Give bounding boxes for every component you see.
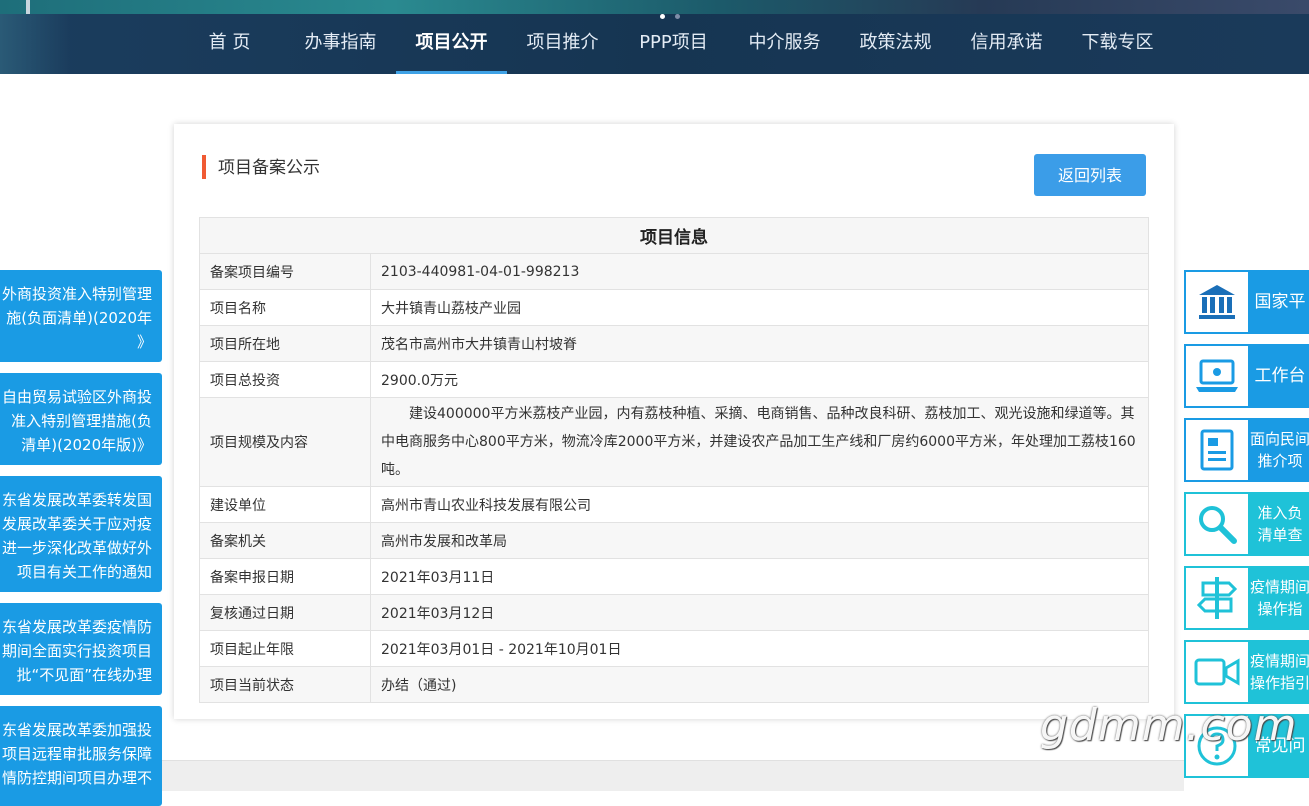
row-key: 建设单位	[199, 486, 371, 523]
carousel-dot-active[interactable]	[660, 14, 665, 19]
notice-line: 情防控期间项目办理不	[1, 769, 152, 787]
notice-line: 自由贸易试验区外商投	[1, 388, 152, 406]
notice-line: 东省发展改革委疫情防	[1, 618, 152, 636]
notice-line: 准入特别管理措施(负	[11, 412, 152, 430]
shortcut-search[interactable]: 准入负 清单查	[1184, 492, 1309, 556]
notice-item[interactable]: 自由贸易试验区外商投准入特别管理措施(负清单)(2020年版)》	[0, 373, 162, 465]
video-icon	[1186, 642, 1248, 702]
row-value: 2021年03月01日 - 2021年10月01日	[370, 630, 1149, 667]
table-row: 备案项目编号 2103-440981-04-01-998213	[199, 253, 1149, 290]
shortcut-video[interactable]: 疫情期间 操作指引	[1184, 640, 1309, 704]
row-value: 2103-440981-04-01-998213	[370, 253, 1149, 290]
row-key: 项目名称	[199, 289, 371, 326]
nav-decoration	[0, 14, 70, 74]
table-row: 项目当前状态 办结（通过)	[199, 666, 1149, 703]
nav-item-0[interactable]: 首 页	[174, 14, 285, 74]
signpost-icon	[1186, 568, 1248, 628]
table-row: 项目名称 大井镇青山荔枝产业园	[199, 289, 1149, 326]
search-icon	[1186, 494, 1248, 554]
table-row: 备案申报日期 2021年03月11日	[199, 558, 1149, 595]
nav-items: 首 页办事指南 项目公开 项目推介 PPP项目 中介服务 政策法规 信用承诺 下载专区	[174, 14, 1173, 74]
shortcut-document[interactable]: 面向民间 推介项	[1184, 418, 1309, 482]
nav-item-7[interactable]: 信用承诺	[951, 14, 1062, 74]
row-value: 2021年03月12日	[370, 594, 1149, 631]
row-key: 项目起止年限	[199, 630, 371, 667]
row-value: 茂名市高州市大井镇青山村坡脊	[370, 325, 1149, 362]
notice-line: 项目远程审批服务保障	[1, 745, 152, 763]
row-value: 2021年03月11日	[370, 558, 1149, 595]
notice-line: 外商投资准入特别管理	[1, 285, 152, 303]
nav-item-2[interactable]: 项目公开	[396, 14, 507, 74]
notice-line: 进一步深化改革做好外	[1, 539, 152, 557]
table-row: 项目所在地 茂名市高州市大井镇青山村坡脊	[199, 325, 1149, 362]
notice-line: 项目有关工作的通知	[16, 563, 152, 581]
row-key: 项目总投资	[199, 361, 371, 398]
shortcut-signpost[interactable]: 疫情期间 操作指	[1184, 566, 1309, 630]
table-row: 项目总投资 2900.0万元	[199, 361, 1149, 398]
table-row: 项目规模及内容 建设400000平方米荔枝产业园，内有荔枝种植、采摘、电商销售、品…	[199, 397, 1149, 487]
bank-icon	[1186, 272, 1248, 332]
notice-line: 东省发展改革委加强投	[1, 721, 152, 739]
notice-line: 施(负面清单)(2020年	[6, 309, 152, 327]
nav-item-6[interactable]: 政策法规	[840, 14, 951, 74]
row-value: 2900.0万元	[370, 361, 1149, 398]
shortcut-label: 工作台	[1248, 346, 1309, 406]
nav-item-3[interactable]: 项目推介	[507, 14, 618, 74]
notice-line: 》	[136, 333, 152, 351]
document-icon	[1186, 420, 1248, 480]
row-key: 复核通过日期	[199, 594, 371, 631]
watermark: gdmm.com	[1040, 700, 1298, 751]
shortcut-label: 准入负 清单查	[1248, 494, 1309, 554]
nav-item-4[interactable]: PPP项目	[618, 14, 729, 74]
notice-line: 清单)(2020年版)》	[21, 436, 152, 454]
project-info-table: 项目信息 备案项目编号 2103-440981-04-01-998213 项目名称大…	[199, 217, 1149, 703]
carousel-dot[interactable]	[675, 14, 680, 19]
shortcut-label: 疫情期间 操作指引	[1248, 642, 1309, 702]
table-row: 建设单位 高州市青山农业科技发展有限公司	[199, 486, 1149, 523]
notice-item[interactable]: 外商投资准入特别管理 施(负面清单)(2020年》	[0, 270, 162, 362]
nav-item-8[interactable]: 下载专区	[1062, 14, 1173, 74]
row-value: 大井镇青山荔枝产业园	[370, 289, 1149, 326]
footer-band	[162, 760, 1184, 791]
row-key: 备案申报日期	[199, 558, 371, 595]
table-row: 项目起止年限 2021年03月01日 - 2021年10月01日	[199, 630, 1149, 667]
project-detail-card: 项目备案公示 返回列表 项目信息 备案项目编号 2103-440981-04-01…	[174, 124, 1174, 719]
top-banner	[0, 0, 1309, 52]
shortcut-label: 国家平	[1248, 272, 1309, 332]
row-value: 办结（通过)	[370, 666, 1149, 703]
nav-item-1[interactable]: 办事指南	[285, 14, 396, 74]
row-key: 备案机关	[199, 522, 371, 559]
shortcut-label: 面向民间 推介项	[1248, 420, 1309, 480]
laptop-icon	[1186, 346, 1248, 406]
notice-line: 发展改革委关于应对疫	[1, 515, 152, 533]
row-key: 备案项目编号	[199, 253, 371, 290]
notice-item[interactable]: 东省发展改革委加强投 项目远程审批服务保障 情防控期间项目办理不	[0, 706, 162, 806]
shortcut-bank[interactable]: 国家平	[1184, 270, 1309, 334]
row-value: 建设400000平方米荔枝产业园，内有荔枝种植、采摘、电商销售、品种改良科研、荔…	[370, 397, 1149, 487]
notice-item[interactable]: 东省发展改革委疫情防 期间全面实行投资项目批“不见面”在线办理	[0, 603, 162, 695]
carousel-dots	[660, 14, 680, 19]
notice-item[interactable]: 东省发展改革委转发国 发展改革委关于应对疫 进一步深化改革做好外项目有关工作的通知	[0, 476, 162, 592]
card-title: 项目备案公示	[202, 155, 320, 179]
table-row: 备案机关 高州市发展和改革局	[199, 522, 1149, 559]
main-nav: 首 页办事指南 项目公开 项目推介 PPP项目 中介服务 政策法规 信用承诺 下载专区	[0, 14, 1309, 74]
notice-line: 东省发展改革委转发国	[1, 491, 152, 509]
shortcut-label: 疫情期间 操作指	[1248, 568, 1309, 628]
nav-item-5[interactable]: 中介服务	[729, 14, 840, 74]
table-header: 项目信息	[199, 217, 1149, 254]
shortcut-laptop[interactable]: 工作台	[1184, 344, 1309, 408]
row-key: 项目所在地	[199, 325, 371, 362]
notice-line: 批“不见面”在线办理	[16, 666, 152, 684]
row-key: 项目规模及内容	[199, 397, 371, 487]
back-to-list-button[interactable]: 返回列表	[1034, 154, 1146, 196]
row-key: 项目当前状态	[199, 666, 371, 703]
row-value: 高州市发展和改革局	[370, 522, 1149, 559]
notice-line: 期间全面实行投资项目	[1, 642, 152, 660]
row-value: 高州市青山农业科技发展有限公司	[370, 486, 1149, 523]
table-row: 复核通过日期 2021年03月12日	[199, 594, 1149, 631]
